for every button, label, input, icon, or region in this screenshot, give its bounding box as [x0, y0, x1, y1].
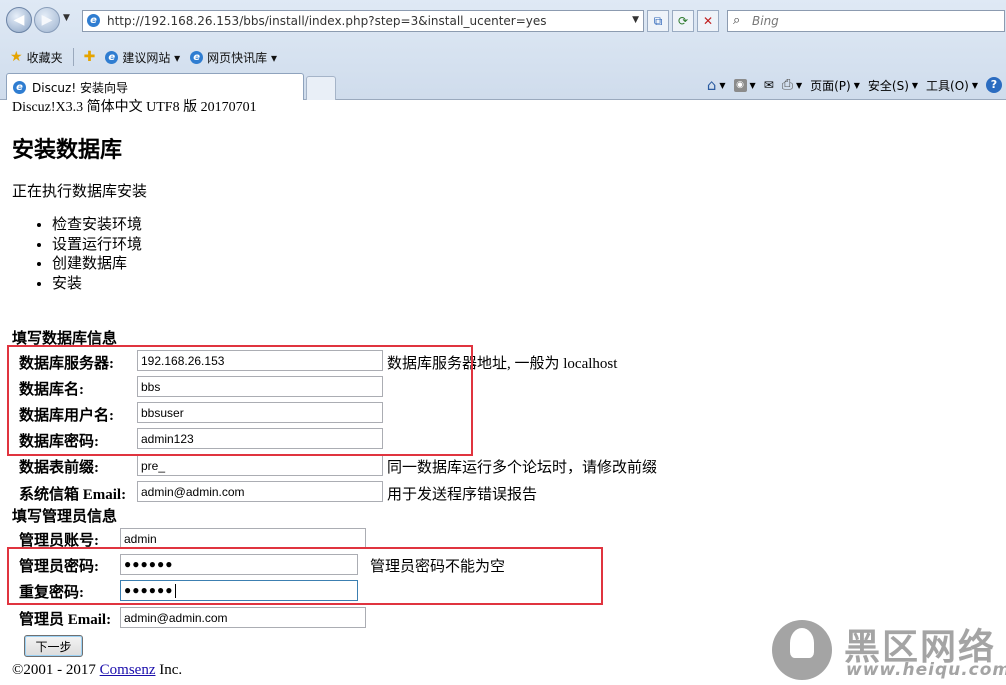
add-favorite-button[interactable]: ✚	[84, 49, 96, 65]
search-box[interactable]: ⌕ Bing	[727, 10, 1005, 32]
admin-email-label: 管理员 Email:	[19, 612, 112, 628]
page-menu-label: 页面(P)	[810, 78, 851, 93]
tab-title: Discuz! 安装向导	[32, 80, 128, 95]
browser-chrome: ◀ ▶ ▼ e http://192.168.26.153/bbs/instal…	[0, 0, 1006, 100]
favorites-button[interactable]: ★ 收藏夹	[10, 49, 63, 66]
comsenz-link[interactable]: Comsenz	[100, 662, 156, 678]
chevron-down-icon: ▼	[911, 80, 919, 90]
list-item: 创建数据库	[52, 255, 142, 275]
page-content: Discuz!X3.3 简体中文 UTF8 版 20170701 安装数据库 正…	[0, 100, 1006, 685]
admin-email-input[interactable]: admin@admin.com	[120, 607, 366, 628]
chevron-down-icon: ▼	[971, 80, 978, 90]
close-icon: ✕	[702, 14, 714, 28]
watermark: 黑区网络 www.heiqu.com	[772, 620, 1006, 682]
safety-menu[interactable]: 安全(S) ▼	[868, 77, 918, 94]
status-text: 正在执行数据库安装	[12, 184, 148, 200]
help-icon[interactable]: ?	[986, 77, 1002, 93]
address-dropdown-icon[interactable]: ▼	[632, 15, 639, 25]
next-step-button[interactable]: 下一步	[24, 635, 83, 657]
address-url: http://192.168.26.153/bbs/install/index.…	[107, 14, 547, 28]
watermark-logo-icon	[772, 620, 832, 680]
mail-button[interactable]: ✉	[764, 78, 774, 92]
admin-password-highlight-box	[7, 547, 603, 605]
list-item: 设置运行环境	[52, 236, 142, 256]
list-item: 安装	[52, 275, 142, 295]
tools-menu[interactable]: 工具(O) ▼	[926, 77, 978, 94]
star-icon: ★	[10, 49, 23, 65]
feeds-button[interactable]: ◉ ▼	[733, 78, 756, 92]
version-header: Discuz!X3.3 简体中文 UTF8 版 20170701	[12, 100, 257, 115]
stop-button[interactable]: ✕	[697, 10, 719, 32]
fav-link-label: 建议网站 ▾	[122, 50, 181, 65]
ie-icon: e	[13, 80, 26, 94]
mail-icon: ✉	[763, 78, 774, 92]
admin-account-input[interactable]: admin	[120, 528, 366, 549]
search-placeholder: Bing	[752, 14, 779, 28]
home-button[interactable]: ⌂ ▼	[707, 76, 726, 94]
rss-icon: ◉	[733, 78, 747, 92]
history-dropdown-icon[interactable]: ▼	[63, 13, 70, 23]
refresh-icon: ⟳	[677, 14, 689, 28]
db-prefix-input[interactable]: pre_	[137, 455, 383, 476]
system-email-label: 系统信箱 Email:	[19, 487, 127, 503]
back-button[interactable]: ◀	[6, 7, 32, 33]
favorites-bar: ★ 收藏夹 ✚ e 建议网站 ▾ e 网页快讯库 ▾	[0, 44, 1006, 70]
system-email-note: 用于发送程序错误报告	[387, 487, 538, 503]
chevron-down-icon: ▼	[795, 80, 803, 90]
search-icon: ⌕	[733, 13, 741, 28]
printer-icon: ⎙	[781, 77, 793, 93]
list-item: 检查安装环境	[52, 216, 142, 236]
db-prefix-note: 同一数据库运行多个论坛时，请修改前缀	[387, 460, 658, 476]
favorites-label: 收藏夹	[26, 50, 63, 65]
tools-menu-label: 工具(O)	[926, 78, 969, 93]
new-tab-button[interactable]	[306, 76, 336, 100]
system-email-input[interactable]: admin@admin.com	[137, 481, 383, 502]
footer-copyright: ©2001 - 2017	[12, 662, 100, 678]
chevron-down-icon: ▼	[853, 80, 860, 90]
db-highlight-box	[7, 345, 473, 456]
ie-page-icon: e	[87, 14, 100, 27]
watermark-url: www.heiqu.com	[846, 660, 1006, 680]
command-bar: ⌂ ▼ ◉ ▼ ✉ ⎙ ▼ 页面(P) ▼ 安全(S) ▼ 工具(O) ▼ ?	[707, 74, 1006, 96]
arrow-left-icon: ◀	[13, 12, 25, 28]
page-title: 安装数据库	[12, 137, 123, 162]
ie-icon: e	[190, 50, 204, 64]
footer: ©2001 - 2017 Comsenz Inc.	[12, 662, 182, 679]
admin-section-heading: 填写管理员信息	[12, 509, 118, 525]
fav-link-suggested-sites[interactable]: e 建议网站 ▾	[105, 49, 180, 66]
ie-icon: e	[105, 50, 119, 64]
compatibility-view-button[interactable]: ⧉	[647, 10, 669, 32]
fav-link-web-slice[interactable]: e 网页快讯库 ▾	[190, 49, 277, 66]
footer-suffix: Inc.	[155, 662, 183, 678]
forward-button[interactable]: ▶	[34, 7, 60, 33]
chevron-down-icon: ▼	[719, 80, 726, 90]
refresh-button[interactable]: ⟳	[672, 10, 694, 32]
compat-icon: ⧉	[653, 13, 663, 28]
print-button[interactable]: ⎙ ▼	[782, 77, 802, 93]
fav-link-label: 网页快讯库 ▾	[207, 50, 277, 65]
address-bar[interactable]: e http://192.168.26.153/bbs/install/inde…	[82, 10, 644, 32]
add-star-icon: ✚	[83, 49, 96, 65]
home-icon: ⌂	[706, 76, 717, 94]
chevron-down-icon: ▼	[749, 80, 756, 90]
safety-menu-label: 安全(S)	[867, 78, 909, 93]
page-menu[interactable]: 页面(P) ▼	[810, 77, 860, 94]
divider	[72, 48, 74, 66]
db-prefix-label: 数据表前缀:	[19, 460, 99, 476]
arrow-right-icon: ▶	[41, 12, 53, 28]
install-steps: 检查安装环境 设置运行环境 创建数据库 安装	[32, 216, 142, 294]
